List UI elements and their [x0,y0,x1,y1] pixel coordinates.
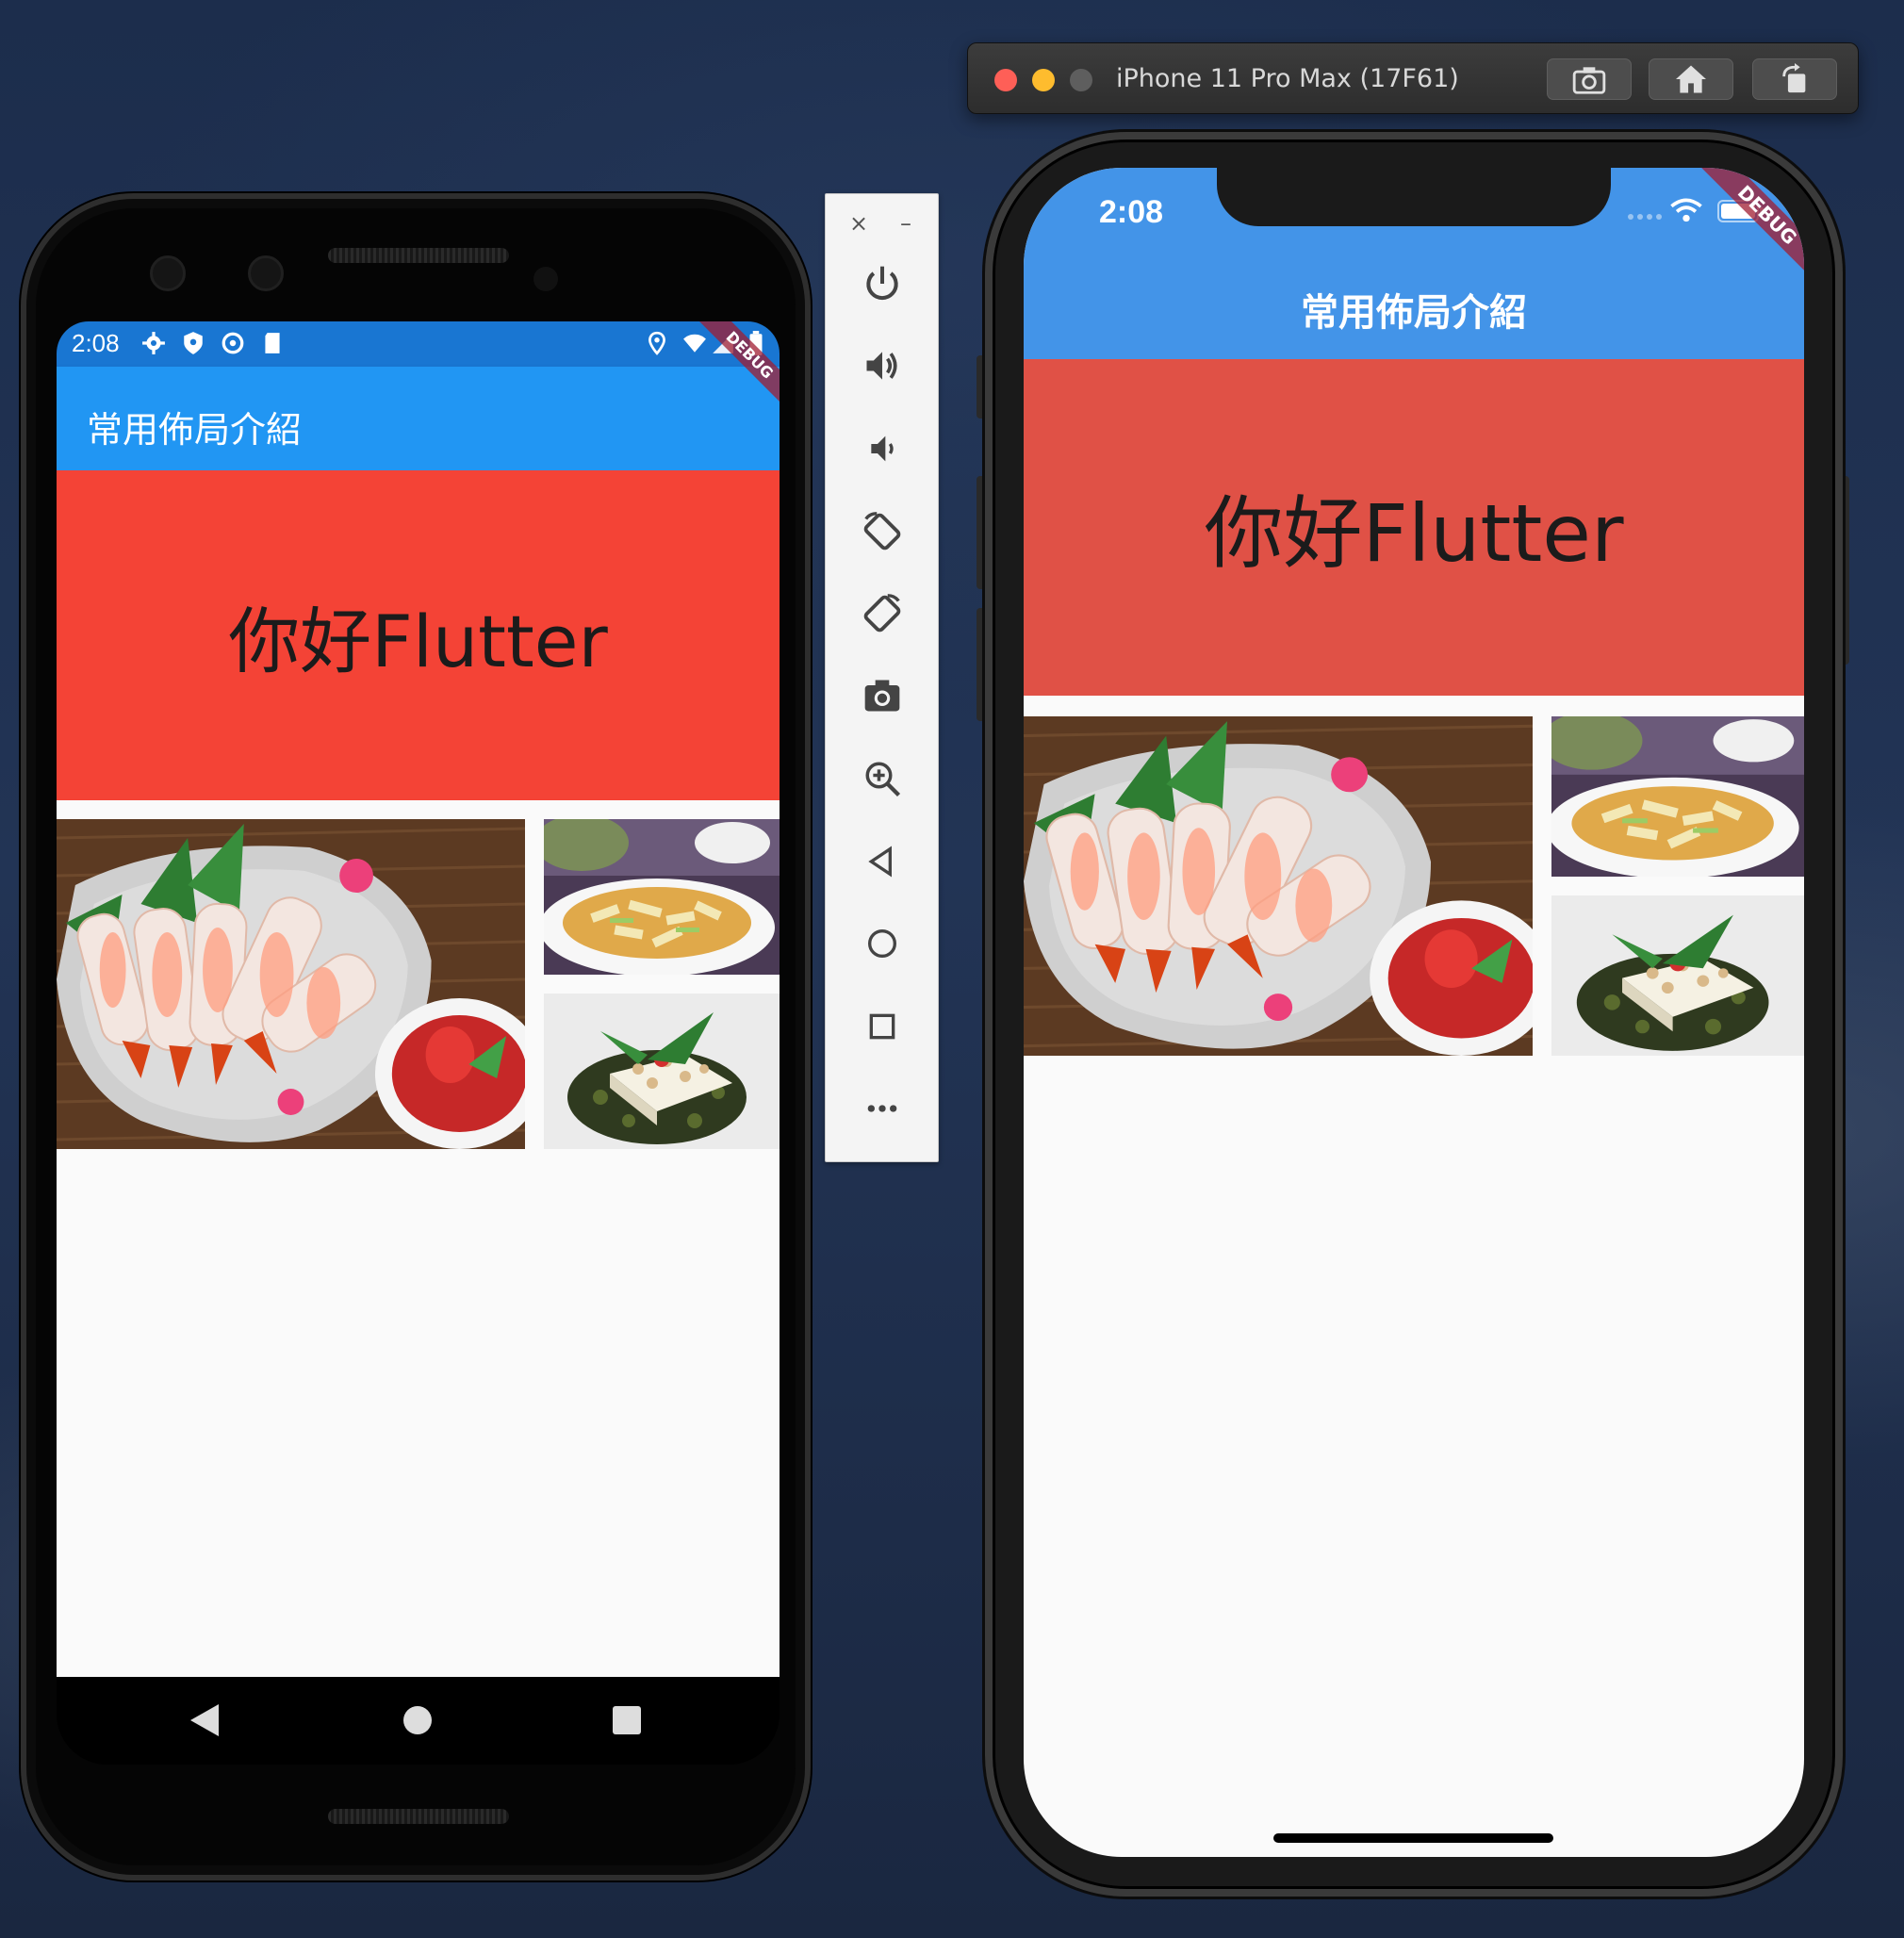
sync-icon [222,332,244,354]
debug-banner: DEBUG [666,321,780,435]
window-title: iPhone 11 Pro Max (17F61) [1116,64,1459,93]
more-icon [867,1105,897,1112]
zoom-button[interactable] [854,750,911,807]
back-icon[interactable] [190,1704,219,1736]
more-button[interactable] [854,1080,911,1137]
volume-up-button[interactable] [854,337,911,394]
rotate-icon [1782,63,1806,93]
status-time: 2:08 [72,329,120,357]
back-icon [868,846,892,878]
bottom-speaker [328,1809,509,1824]
home-icon[interactable] [403,1706,432,1734]
food-image-spring-rolls [57,819,525,1149]
rotate-right-icon [863,594,901,632]
android-nav-bar [57,1677,780,1765]
sim-home-button[interactable] [1649,58,1733,100]
overview-icon[interactable] [613,1706,641,1734]
app-title: 常用佈局介紹 [87,409,303,451]
hello-container: 你好Flutter [57,470,780,800]
front-camera [248,255,284,291]
screenshot-icon [1572,67,1606,94]
food-image-tofu [544,994,780,1149]
sd-card-icon [265,333,280,353]
close-window-button[interactable] [994,69,1017,91]
camera-icon [864,680,900,712]
food-image-stir-fry [544,819,780,975]
emulator-toolbar: × – [825,193,939,1162]
overview-button[interactable] [854,998,911,1055]
food-image-stir-fry [1551,716,1804,877]
sim-screenshot-button[interactable] [1547,58,1632,100]
hello-text: 你好Flutter [228,599,608,683]
food-image-spring-rolls [1024,716,1533,1056]
screenshot-button[interactable] [854,667,911,724]
volume-up-icon [866,352,897,380]
volume-down-icon [871,435,894,462]
settings-icon [142,332,165,354]
rotate-right-button[interactable] [854,585,911,642]
shield-icon [184,332,203,354]
front-camera [150,255,186,291]
home-indicator[interactable] [1273,1833,1553,1843]
minimize-window-button[interactable] [1032,69,1055,91]
hello-container: 你好Flutter [1024,359,1804,696]
sim-rotate-button[interactable] [1752,58,1837,100]
notch [1217,168,1611,226]
home-icon [868,929,896,958]
signal-icon [1628,214,1662,220]
close-button[interactable]: × [845,209,873,238]
back-button[interactable] [854,833,911,890]
rotate-left-button[interactable] [854,503,911,560]
zoom-window-button[interactable] [1070,69,1092,91]
home-icon [1676,65,1706,93]
power-icon [866,266,898,301]
status-time: 2:08 [1099,194,1164,230]
hello-text: 你好Flutter [1204,487,1624,580]
android-screen: 2:08 常用佈局介紹 DEBUG 你好Flutter [57,321,780,1765]
volume-down-button[interactable] [854,420,911,477]
simulator-titlebar: iPhone 11 Pro Max (17F61) [967,42,1859,114]
iphone-screen: 2:08 常用佈局介紹 DEBUG 你好Flutter [1024,168,1804,1857]
app-body: 你好Flutter [57,470,780,1677]
rotate-left-icon [863,512,901,550]
power-button[interactable] [854,255,911,312]
food-image-tofu [1551,895,1804,1056]
proximity-sensor [533,267,558,291]
minimize-button[interactable]: – [892,209,920,238]
earpiece-speaker [328,248,509,263]
overview-icon [869,1013,895,1040]
debug-banner: DEBUG [1665,168,1804,307]
zoom-icon [865,762,901,797]
home-button[interactable] [854,915,911,972]
